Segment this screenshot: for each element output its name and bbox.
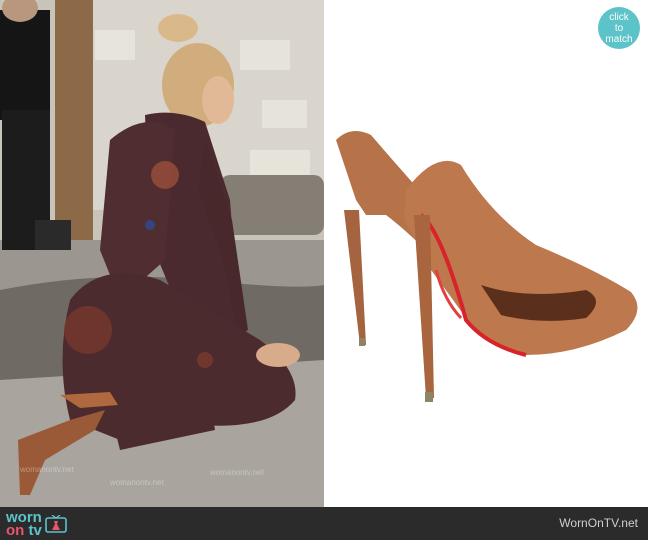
badge-line-3: match <box>605 33 633 45</box>
logo-text: worn on tv <box>6 510 42 539</box>
logo-tv: tv <box>28 522 42 539</box>
site-url[interactable]: WornOnTV.net <box>559 516 638 530</box>
right-photo-shoes: womanontv.net womanontv.net womanontv.ne… <box>326 0 648 507</box>
tv-dress-icon <box>45 515 67 533</box>
left-photo-outfit: womanontv.net womanontv.net womanontv.ne… <box>0 0 324 507</box>
footer-bar: worn on tv WornOnTV.net <box>0 507 648 540</box>
pumps-product <box>336 131 638 402</box>
logo-on: on <box>6 522 25 539</box>
badge-line-2: to <box>614 22 624 34</box>
wornontv-logo[interactable]: worn on tv <box>6 510 67 538</box>
outfit-scene <box>0 0 324 507</box>
image-frame: womanontv.net womanontv.net womanontv.ne… <box>0 0 648 507</box>
badge-line-1: click <box>609 11 629 23</box>
click-to-match-badge[interactable]: click to match <box>598 7 640 49</box>
